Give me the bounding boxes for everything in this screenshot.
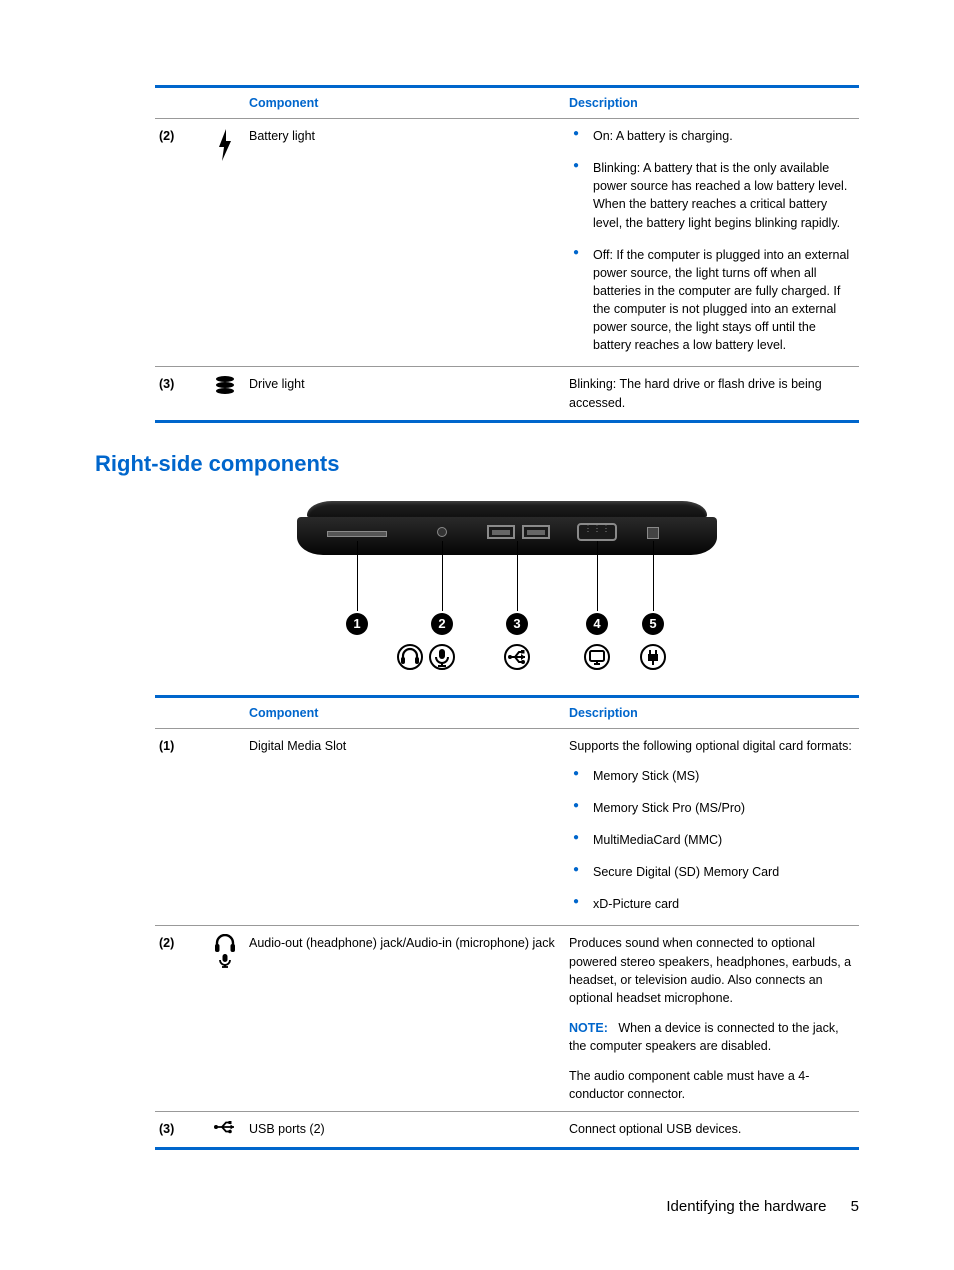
microphone-icon <box>427 643 457 677</box>
row-number: (3) <box>155 1112 205 1147</box>
list-item: Memory Stick Pro (MS/Pro) <box>569 799 855 817</box>
table1-header-description: Description <box>565 88 859 119</box>
note-block: NOTE: When a device is connected to the … <box>569 1019 855 1055</box>
description-list: On: A battery is charging. Blinking: A b… <box>569 127 855 354</box>
list-item: xD-Picture card <box>569 895 855 913</box>
table-row: (3) USB ports (2) Connect optional USB d… <box>155 1112 859 1147</box>
list-item: On: A battery is charging. <box>569 127 855 145</box>
component-name: Battery light <box>245 119 565 367</box>
monitor-icon <box>582 643 612 677</box>
table2-header-component: Component <box>245 698 565 729</box>
row-number: (2) <box>155 119 205 367</box>
callout-1: 1 <box>346 613 368 635</box>
description-text: Blinking: The hard drive or flash drive … <box>565 367 859 420</box>
list-item: Off: If the computer is plugged into an … <box>569 246 855 355</box>
list-item: Secure Digital (SD) Memory Card <box>569 863 855 881</box>
headphone-mic-icon <box>205 926 245 1112</box>
callout-2: 2 <box>431 613 453 635</box>
callout-5: 5 <box>642 613 664 635</box>
description-intro: Supports the following optional digital … <box>569 737 855 755</box>
component-name: Digital Media Slot <box>245 728 565 926</box>
list-item: Blinking: A battery that is the only ava… <box>569 159 855 232</box>
description-list: Memory Stick (MS) Memory Stick Pro (MS/P… <box>569 767 855 914</box>
page-number: 5 <box>851 1198 859 1215</box>
description-text: Produces sound when connected to optiona… <box>569 934 855 1007</box>
callout-4: 4 <box>586 613 608 635</box>
page-content: Component Description (2) Battery light … <box>155 85 859 1150</box>
usb-icon <box>205 1112 245 1147</box>
table1: Component Description (2) Battery light … <box>155 88 859 420</box>
note-label: NOTE: <box>569 1021 608 1035</box>
callout-3: 3 <box>506 613 528 635</box>
component-name: Audio-out (headphone) jack/Audio-in (mic… <box>245 926 565 1112</box>
row-number: (1) <box>155 728 205 926</box>
table1-header-component: Component <box>245 88 565 119</box>
page-footer: Identifying the hardware 5 <box>666 1198 859 1215</box>
right-side-diagram: 1 2 3 4 5 <box>287 495 727 685</box>
power-plug-icon <box>638 643 668 677</box>
table-row: (2) Battery light On: A battery is charg… <box>155 119 859 367</box>
row-number: (3) <box>155 367 205 420</box>
note-text: When a device is connected to the jack, … <box>569 1021 839 1053</box>
description-text: Connect optional USB devices. <box>565 1112 859 1147</box>
list-item: Memory Stick (MS) <box>569 767 855 785</box>
battery-lightning-icon <box>205 119 245 367</box>
component-name: Drive light <box>245 367 565 420</box>
usb-icon <box>502 643 532 677</box>
component-name: USB ports (2) <box>245 1112 565 1147</box>
table-row: (3) Drive light Blinking: The hard drive… <box>155 367 859 420</box>
section-heading: Right-side components <box>95 451 859 477</box>
footer-text: Identifying the hardware <box>666 1198 826 1215</box>
extra-text: The audio component cable must have a 4-… <box>569 1067 855 1103</box>
list-item: MultiMediaCard (MMC) <box>569 831 855 849</box>
row-number: (2) <box>155 926 205 1112</box>
drive-icon <box>205 367 245 420</box>
table2-bottom-rule <box>155 1147 859 1150</box>
table1-bottom-rule <box>155 420 859 423</box>
table-row: (1) Digital Media Slot Supports the foll… <box>155 728 859 926</box>
table-row: (2) Audio-out (headphone) jack/Audio-in … <box>155 926 859 1112</box>
table2-header-description: Description <box>565 698 859 729</box>
headphone-icon <box>395 643 425 677</box>
table2: Component Description (1) Digital Media … <box>155 698 859 1147</box>
